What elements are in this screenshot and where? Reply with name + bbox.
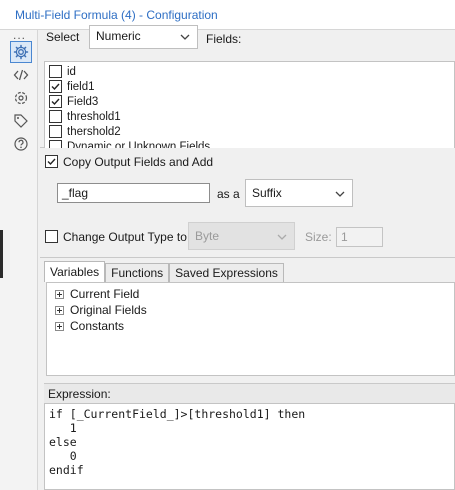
expression-line: 1 [49,421,77,435]
tree-item-label: Current Field [70,287,140,301]
expression-label: Expression: [44,383,455,403]
tab-variables[interactable]: Variables [44,261,106,282]
select-label: Select [46,30,80,44]
field-checkbox-id[interactable] [49,65,62,78]
size-input[interactable]: 1 [336,227,383,247]
code-icon[interactable] [11,65,31,85]
change-type-checkbox[interactable] [45,230,58,243]
output-type-value: Byte [195,229,220,243]
output-options-panel: Copy Output Fields and Add _flag as a Su… [40,148,455,258]
field-list[interactable]: id field1 Field3 threshold1 thershold2 D… [44,61,455,149]
field-item-id[interactable]: id [49,64,76,79]
expression-line: 0 [49,449,77,463]
tree-item-current-field[interactable]: Current Field [55,287,139,301]
field-name: field1 [67,80,95,93]
field-type-value: Numeric [96,29,141,43]
title-bar: Multi-Field Formula (4) - Configuration [0,0,455,30]
checkmark-icon [51,98,60,106]
position-dropdown[interactable]: Suffix [245,179,353,207]
expand-icon[interactable] [55,321,64,331]
expression-line: if [_CurrentField_]>[threshold1] then [49,407,306,421]
checkmark-icon [51,83,60,91]
field-name: threshold1 [67,110,121,123]
copy-output-checkbox[interactable] [45,155,58,168]
as-a-label: as a [217,187,240,201]
help-icon[interactable] [11,134,31,154]
expression-line: else [49,435,77,449]
field-checkbox-field1[interactable] [49,80,62,93]
more-icon[interactable]: ... [13,28,26,42]
tree-item-constants[interactable]: Constants [55,319,124,333]
gear-icon[interactable] [10,41,32,63]
field-type-dropdown[interactable]: Numeric [89,25,198,49]
variables-tree: Current Field Original Fields Constants [46,282,455,376]
field-checkbox-field3[interactable] [49,95,62,108]
tree-item-label: Original Fields [70,303,147,317]
canvas-edge [0,230,3,278]
field-selection-panel: Select Numeric Fields: id field1 Field3 … [40,25,455,149]
field-checkbox-thershold2[interactable] [49,125,62,138]
checkmark-icon [47,158,56,166]
output-type-dropdown[interactable]: Byte [188,222,295,250]
tag-icon[interactable] [11,111,31,131]
sidebar: ... [0,28,38,490]
field-item-thershold2[interactable]: thershold2 [49,124,121,139]
suffix-input[interactable]: _flag [57,183,210,203]
expression-editor[interactable]: if [_CurrentField_]>[threshold1] then 1 … [44,403,455,490]
formula-panel: Variables Functions Saved Expressions Cu… [40,258,455,490]
change-type-label: Change Output Type to [63,229,187,244]
size-label: Size: [305,230,332,244]
expression-line: endif [49,463,84,477]
field-name: thershold2 [67,125,121,138]
field-item-threshold1[interactable]: threshold1 [49,109,121,124]
chevron-down-icon [335,191,345,197]
field-checkbox-threshold1[interactable] [49,110,62,123]
target-icon[interactable] [11,88,31,108]
fields-label: Fields: [206,32,242,46]
tree-item-original-fields[interactable]: Original Fields [55,303,147,317]
copy-output-option[interactable]: Copy Output Fields and Add [45,154,213,169]
chevron-down-icon [277,234,287,240]
field-name: id [67,65,76,78]
formula-tabs: Variables Functions Saved Expressions [44,261,284,283]
tree-item-label: Constants [70,319,125,333]
field-item-field1[interactable]: field1 [49,79,95,94]
expand-icon[interactable] [55,289,64,299]
field-item-field3[interactable]: Field3 [49,94,98,109]
change-type-option[interactable]: Change Output Type to [45,229,187,244]
expand-icon[interactable] [55,305,64,315]
position-value: Suffix [252,186,282,200]
window-title: Multi-Field Formula (4) - Configuration [15,8,218,22]
tab-functions[interactable]: Functions [105,263,170,282]
copy-output-label: Copy Output Fields and Add [63,154,214,169]
tab-saved-expressions[interactable]: Saved Expressions [169,263,284,282]
chevron-down-icon [180,34,190,40]
field-name: Field3 [67,95,99,108]
